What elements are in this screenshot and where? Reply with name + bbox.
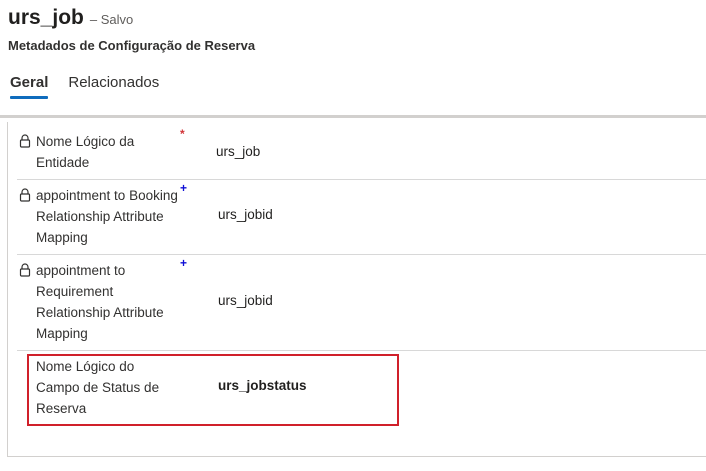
field-label: appointment to Booking Relationship Attr… [36, 188, 178, 245]
entity-name: Metadados de Configuração de Reserva [8, 38, 256, 53]
lock-icon [19, 263, 31, 277]
recommended-indicator: + [180, 181, 188, 195]
tab-geral[interactable]: Geral [10, 74, 49, 99]
required-indicator: * [180, 127, 185, 141]
lock-icon [19, 134, 31, 148]
tab-bar: Geral Relacionados [10, 74, 179, 99]
field-value[interactable]: urs_job [216, 144, 260, 159]
tab-relacionados[interactable]: Relacionados [68, 74, 159, 99]
lock-icon [19, 188, 31, 202]
field-label: appointment to Requirement Relationship … [36, 263, 164, 341]
field-value[interactable]: urs_jobid [218, 207, 273, 222]
recommended-indicator: + [180, 256, 188, 270]
save-status: – Salvo [89, 12, 134, 27]
field-row-nome-logico-entidade: Nome Lógico da Entidade * urs_job [17, 127, 706, 180]
field-value[interactable]: urs_jobid [218, 293, 273, 308]
field-row-requirement-mapping: appointment to Requirement Relationship … [17, 256, 706, 351]
highlight-box [27, 354, 399, 426]
record-title: urs_job [8, 6, 84, 29]
field-row-booking-mapping: appointment to Booking Relationship Attr… [17, 181, 706, 255]
tabs-divider [0, 115, 706, 118]
field-label: Nome Lógico da Entidade [36, 134, 135, 170]
form-header: urs_job – Salvo [8, 6, 133, 36]
